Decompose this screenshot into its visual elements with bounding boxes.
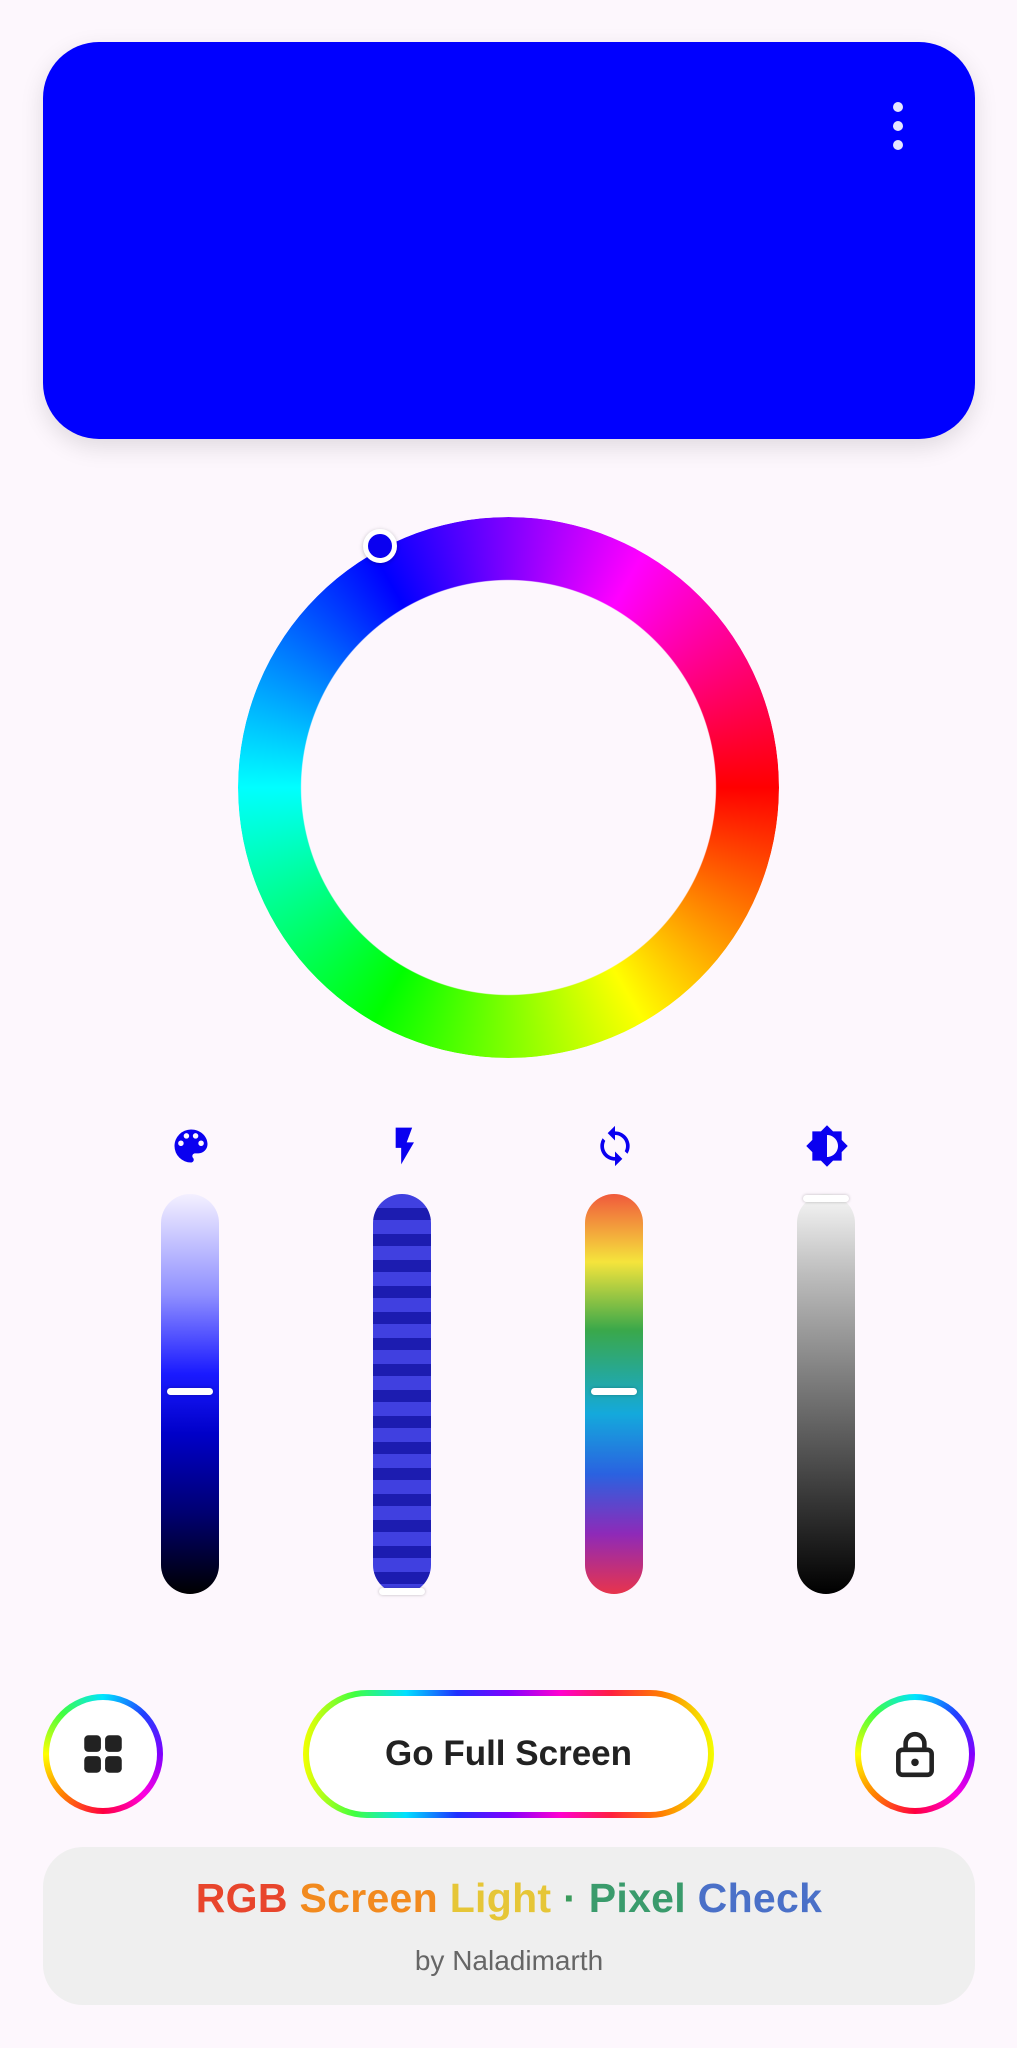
hue-ring[interactable] bbox=[238, 517, 779, 1058]
grid-view-icon bbox=[84, 1735, 122, 1773]
brightness-handle[interactable] bbox=[803, 1195, 849, 1202]
lock-button[interactable] bbox=[855, 1694, 975, 1814]
app-title-check: Check bbox=[697, 1875, 823, 1921]
more-vert-icon-dot bbox=[893, 140, 903, 150]
app-title: RGB Screen Light · Pixel Check bbox=[43, 1875, 975, 1922]
footer-card: RGB Screen Light · Pixel Check by Naladi… bbox=[43, 1847, 975, 2005]
app-title-screen: Screen bbox=[299, 1875, 450, 1921]
strobe-slider[interactable] bbox=[373, 1124, 433, 1595]
strobe-handle[interactable] bbox=[379, 1588, 425, 1595]
flash-icon bbox=[395, 1127, 414, 1165]
hue-cycle-handle[interactable] bbox=[591, 1388, 637, 1395]
app-title-separator: · bbox=[551, 1875, 589, 1921]
more-menu-button[interactable] bbox=[883, 96, 913, 156]
grid-button[interactable] bbox=[43, 1694, 163, 1814]
strobe-track[interactable] bbox=[373, 1194, 431, 1594]
brightness-track[interactable] bbox=[797, 1194, 855, 1594]
app-title-rgb: RGB bbox=[195, 1875, 300, 1921]
author-byline: by Naladimarth bbox=[414, 1945, 604, 1976]
hue-cycle-slider[interactable] bbox=[585, 1124, 645, 1594]
more-vert-icon-dot bbox=[893, 121, 903, 131]
color-wheel-handle[interactable] bbox=[363, 529, 397, 563]
saturation-slider[interactable] bbox=[161, 1124, 221, 1594]
palette-icon bbox=[174, 1129, 208, 1163]
go-full-screen-button[interactable]: Go Full Screen bbox=[303, 1690, 714, 1818]
sync-icon bbox=[600, 1125, 630, 1167]
brightness-icon bbox=[806, 1125, 848, 1167]
app-title-pixel: Pixel bbox=[588, 1875, 698, 1921]
more-vert-icon bbox=[893, 102, 903, 112]
go-full-screen-label: Go Full Screen bbox=[309, 1696, 708, 1812]
brightness-slider[interactable] bbox=[797, 1124, 857, 1594]
lock-open-icon bbox=[896, 1731, 934, 1778]
color-preview[interactable] bbox=[43, 42, 975, 439]
saturation-handle[interactable] bbox=[167, 1388, 213, 1395]
app-title-light: Light bbox=[449, 1875, 552, 1921]
color-wheel[interactable] bbox=[238, 517, 779, 1058]
